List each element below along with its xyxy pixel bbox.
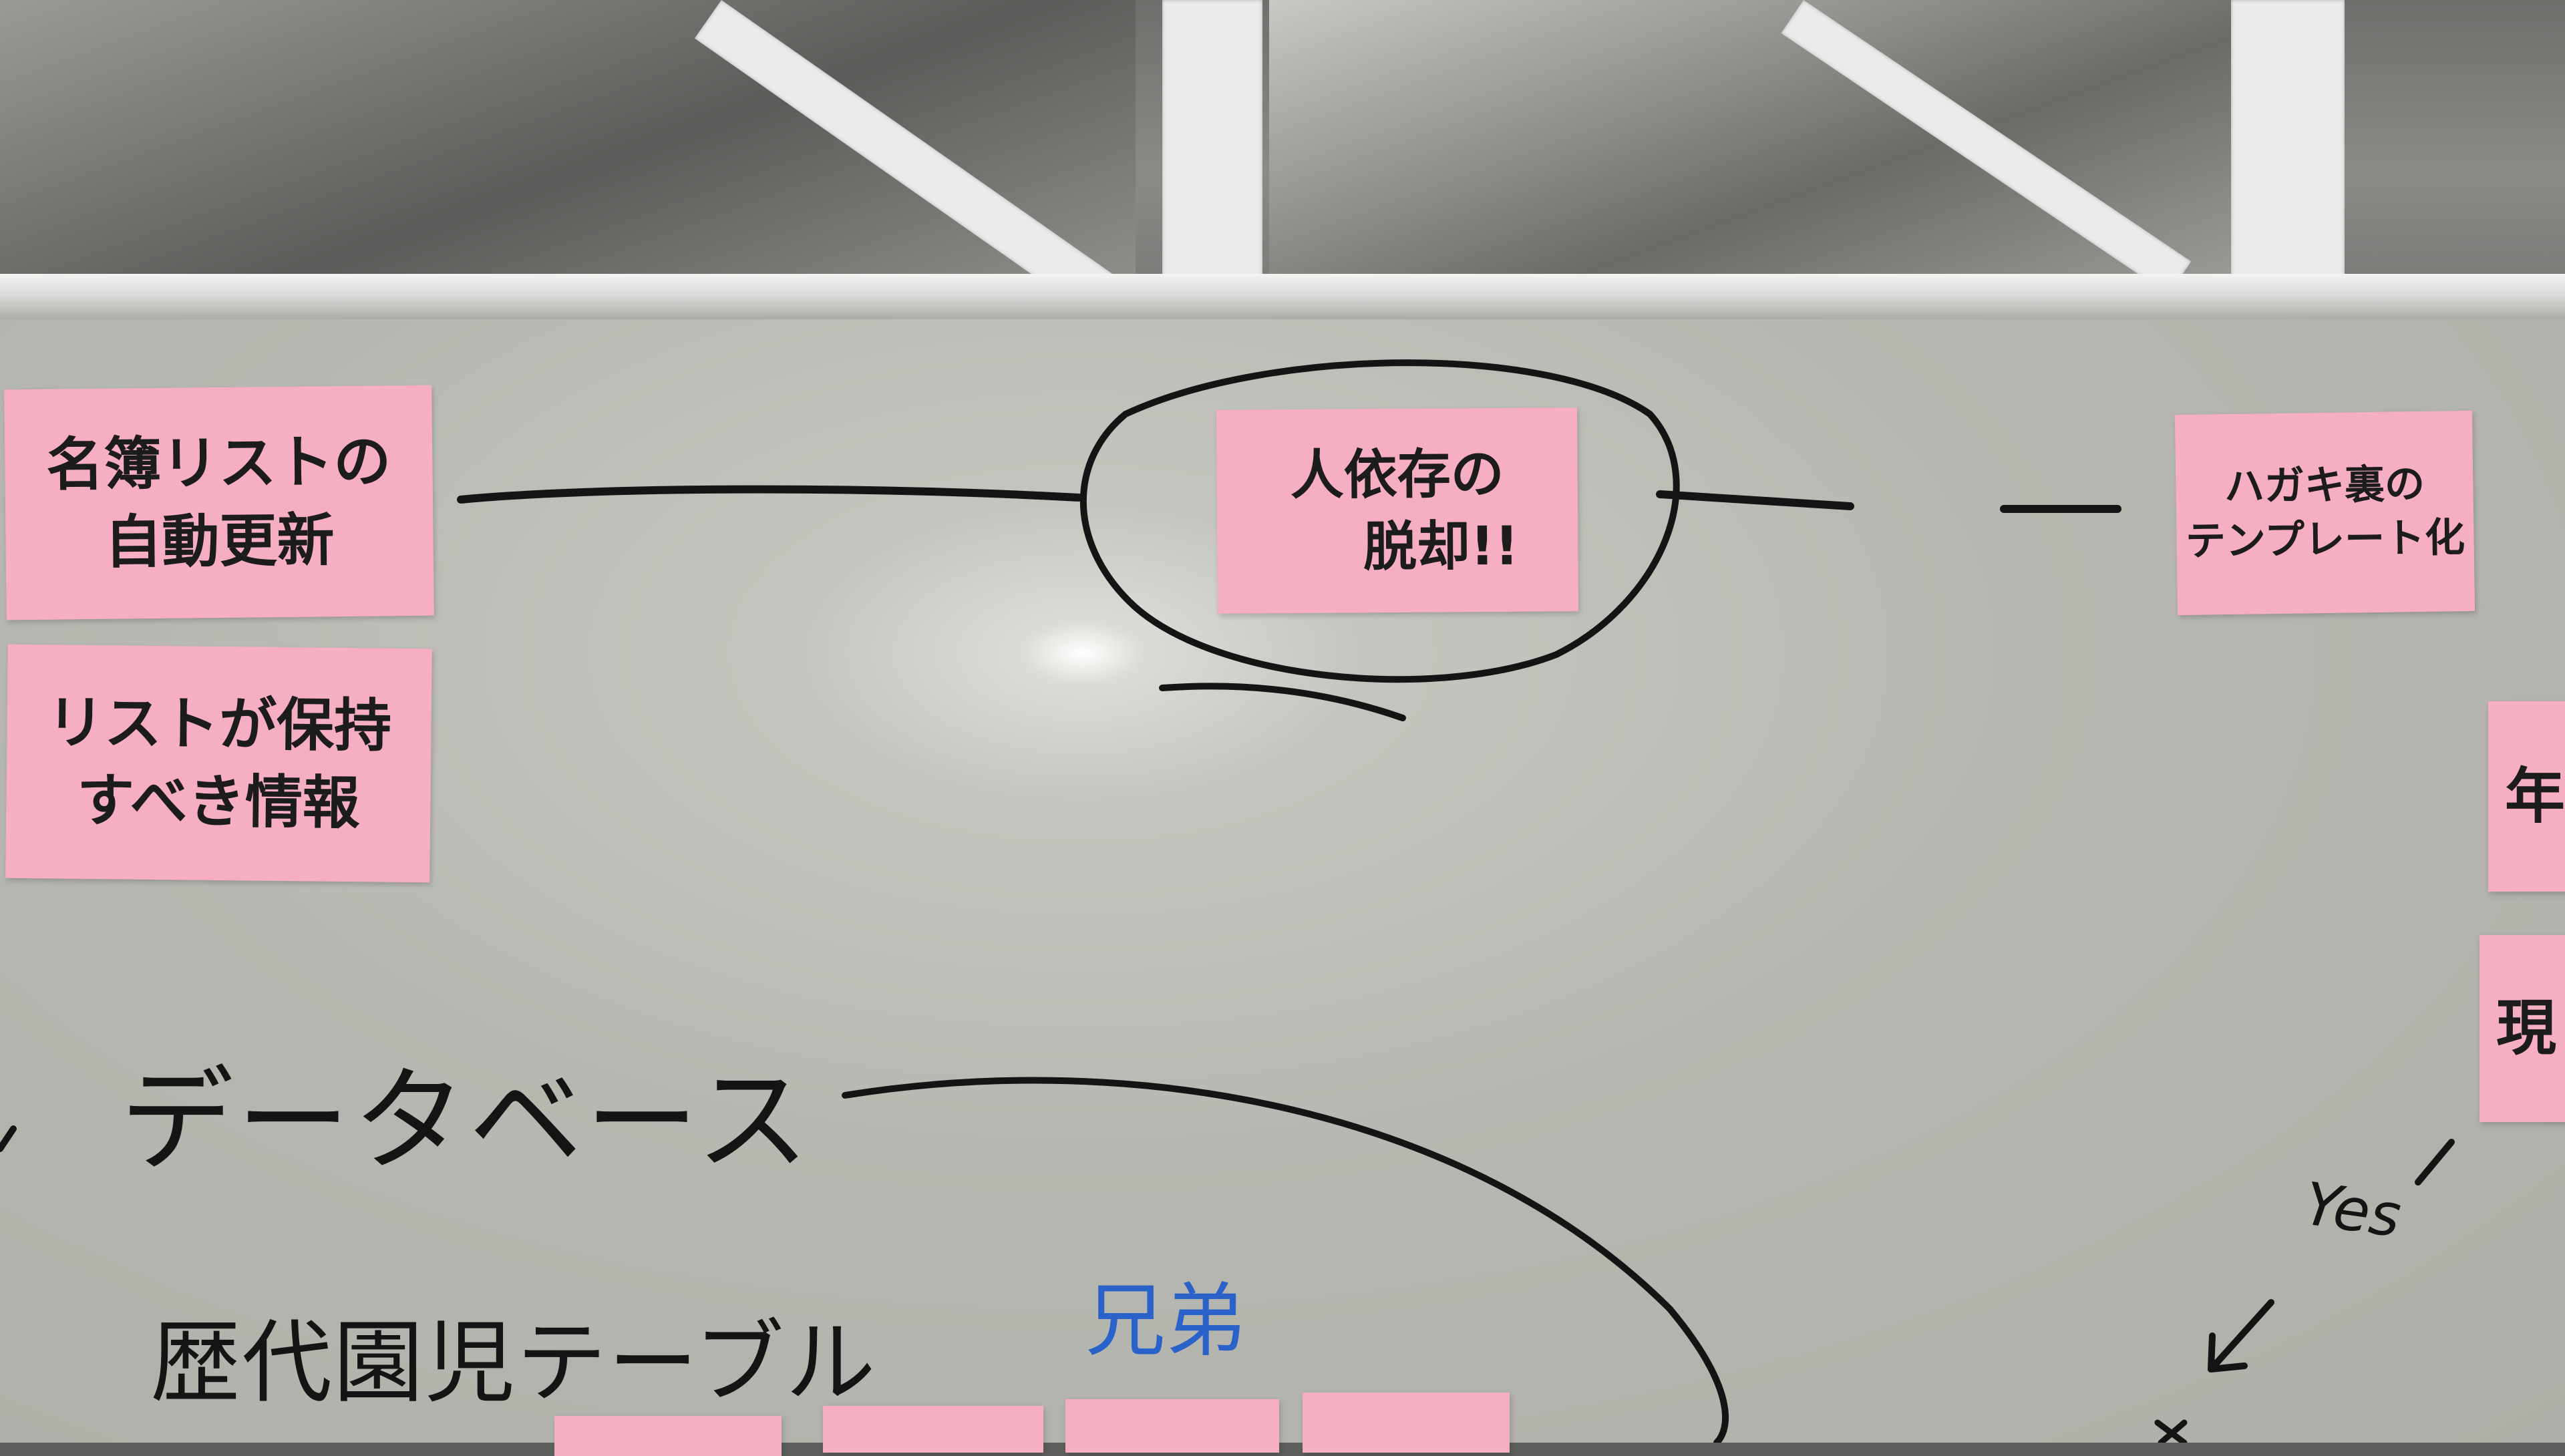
siblings-label: 兄弟 [1085,1275,1246,1368]
sticky-note-list-info: リストが保持 すべき情報 [5,644,432,883]
connector-line-left [457,485,1083,504]
yes-label: Yes [2300,1169,2405,1251]
cross-mark [2154,1419,2188,1443]
sticky-note-bottom-3 [1065,1399,1279,1453]
database-arc [842,1077,1729,1443]
sticky-note-edge-2: 現 [2480,935,2565,1122]
sticky-note-postcard-template: ハガキ裏の テンプレート化 [2174,410,2475,616]
note-text-line: ハガキ裏の [2224,460,2425,511]
connector-line-right [1656,490,1854,510]
table-heading: 歴代園児テーブル [150,1310,877,1415]
sticky-note-escape-dependency: 人依存の 脱却!! [1216,407,1579,614]
sticky-note-edge-1: 年 [2488,701,2565,892]
note-text-line: 自動更新 [104,506,335,576]
sticky-note-bottom-1 [554,1416,782,1456]
sticky-note-auto-update: 名簿リストの 自動更新 [4,385,434,620]
note-text-line: 名簿リストの [45,428,391,500]
note-text-line: すべき情報 [76,767,361,838]
note-text-line: テンプレート化 [2185,514,2465,565]
note-text-line: 年 [2505,761,2565,832]
edge-arrow-stub [0,1125,17,1152]
down-arrow [2208,1299,2274,1373]
note-text-line: リストが保持 [46,689,392,760]
yes-arrow-line [2415,1139,2455,1186]
note-text-line: 人依存の [1290,442,1504,506]
ellipse-tail [1159,683,1406,721]
note-text-line: 脱却!! [1363,514,1520,578]
sticky-note-bottom-4 [1303,1393,1510,1453]
note-text-line: 現 [2496,993,2556,1064]
database-heading: データベース [120,1055,812,1188]
